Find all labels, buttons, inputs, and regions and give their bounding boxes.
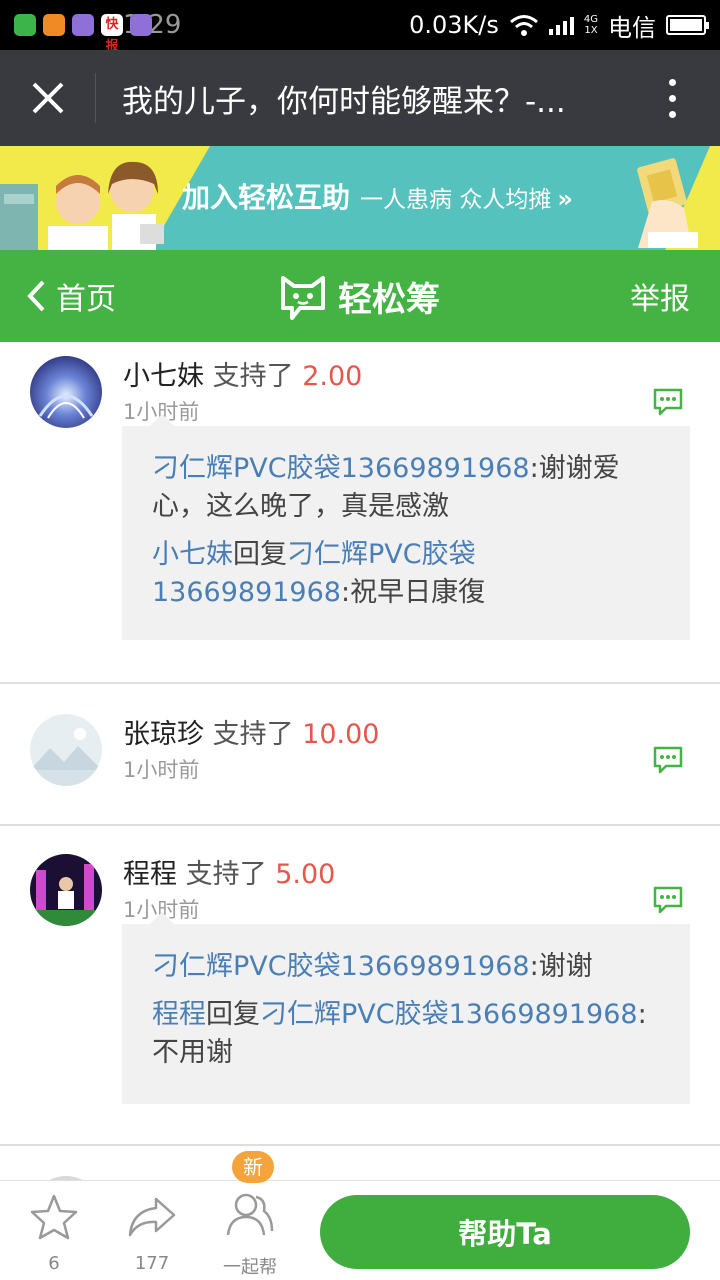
promo-banner[interactable]: 加入轻松互助 一人患病 众人均摊»	[0, 146, 720, 250]
supporter-name[interactable]: 小七妹	[123, 361, 204, 392]
cat-logo-icon	[281, 276, 325, 320]
feed-entry: 程程 支持了 5.00 1小时前 刁仁辉PVC胶袋13669891968:谢谢 …	[0, 826, 720, 1146]
star-icon	[30, 1194, 78, 1240]
supporter-name[interactable]: 张琼珍	[123, 719, 204, 750]
purple-app-icon-2	[130, 14, 152, 36]
status-bar: 1:29 快报 0.03K/s 4G 1X 电信	[0, 0, 720, 54]
reply-item: 小七妹回复刁仁辉PVC胶袋13669891968:祝早日康復	[152, 536, 660, 612]
reply-item: 刁仁辉PVC胶袋13669891968:谢谢	[152, 948, 660, 986]
people-icon	[226, 1193, 274, 1236]
support-amount: 10.00	[302, 719, 380, 750]
help-together-button[interactable]: 一起帮	[200, 1181, 300, 1280]
avatar[interactable]	[30, 854, 102, 926]
share-icon	[128, 1197, 176, 1237]
chevron-left-icon	[27, 280, 45, 312]
network-speed: 0.03K/s	[409, 11, 499, 39]
brand-logo: 轻松筹	[200, 272, 520, 321]
banner-text: 加入轻松互助 一人患病 众人均摊»	[182, 176, 573, 216]
supporter-line: 张琼珍 支持了 10.00	[123, 712, 379, 751]
more-menu-button[interactable]	[624, 50, 720, 146]
more-dot-icon	[668, 78, 676, 86]
banner-headline: 加入轻松互助	[182, 181, 351, 214]
comment-icon[interactable]	[652, 886, 684, 914]
supporter-name[interactable]: 程程	[123, 859, 177, 890]
page-title: 我的儿子，你何时能够醒来？-...	[122, 83, 566, 120]
reply-thread: 刁仁辉PVC胶袋13669891968:谢谢 程程回复刁仁辉PVC胶袋13669…	[122, 912, 690, 1104]
support-feed: 小七妹 支持了 2.00 1小时前 刁仁辉PVC胶袋13669891968:谢谢…	[0, 342, 720, 1180]
more-dot-icon	[668, 94, 676, 102]
reply-item: 刁仁辉PVC胶袋13669891968:谢谢爱心，这么晚了，真是感激	[152, 450, 660, 526]
support-action: 支持了	[212, 719, 294, 750]
news-app-icon: 快报	[101, 14, 123, 54]
reader-app-icon	[43, 14, 65, 36]
browser-title-bar: 我的儿子，你何时能够醒来？-...	[0, 50, 720, 146]
support-amount: 2.00	[302, 361, 363, 392]
reply-item: 程程回复刁仁辉PVC胶袋13669891968:不用谢	[152, 996, 660, 1072]
support-amount: 5.00	[275, 859, 336, 890]
help-ta-button[interactable]: 帮助Ta	[320, 1195, 690, 1269]
avatar[interactable]	[30, 356, 102, 428]
reply-author-link[interactable]: 刁仁辉PVC胶袋13669891968	[152, 453, 530, 484]
feed-entry: 张琼珍 支持了 10.00 1小时前	[0, 684, 720, 826]
feed-entry	[0, 1146, 720, 1180]
support-time: 1小时前	[123, 758, 200, 782]
share-button[interactable]: 177	[102, 1181, 202, 1280]
reply-text: :祝早日康復	[340, 577, 486, 608]
security-app-icon	[14, 14, 36, 36]
banner-tagline: 一人患病 众人均摊	[360, 187, 552, 213]
reply-author-link[interactable]: 程程	[152, 999, 206, 1030]
reply-author-link[interactable]: 小七妹	[152, 539, 233, 570]
new-badge: 新	[232, 1151, 274, 1183]
reply-verb: 回复	[233, 539, 287, 570]
reply-text: :谢谢	[529, 951, 593, 982]
brand-name: 轻松筹	[338, 279, 440, 320]
comment-icon[interactable]	[652, 388, 684, 416]
carrier-name: 电信	[608, 13, 656, 42]
purple-app-icon	[72, 14, 94, 36]
reply-target-link[interactable]: 刁仁辉PVC胶袋13669891968	[260, 999, 638, 1030]
support-action: 支持了	[212, 361, 294, 392]
avatar[interactable]	[30, 714, 102, 786]
supporter-line: 程程 支持了 5.00	[123, 852, 335, 891]
bottom-action-bar: 6 177 一起帮 新 帮助Ta	[0, 1151, 720, 1280]
help-together-label: 一起帮	[223, 1257, 277, 1278]
supporter-line: 小七妹 支持了 2.00	[123, 354, 362, 393]
back-home-button[interactable]: 首页	[0, 274, 200, 318]
close-button[interactable]	[0, 73, 96, 123]
support-action: 支持了	[185, 859, 267, 890]
favorite-button[interactable]: 6	[4, 1181, 104, 1280]
favorite-count: 6	[48, 1253, 60, 1274]
reply-thread: 刁仁辉PVC胶袋13669891968:谢谢爱心，这么晚了，真是感激 小七妹回复…	[122, 414, 690, 640]
feed-entry: 小七妹 支持了 2.00 1小时前 刁仁辉PVC胶袋13669891968:谢谢…	[0, 342, 720, 684]
signal-icon	[548, 15, 574, 35]
share-count: 177	[134, 1253, 170, 1274]
close-icon	[32, 82, 63, 114]
network-type: 4G 1X	[583, 14, 598, 36]
reply-verb: 回复	[206, 999, 260, 1030]
battery-icon	[666, 15, 709, 35]
money-hand-illustration	[637, 158, 698, 248]
reply-author-link[interactable]: 刁仁辉PVC胶袋13669891968	[152, 951, 530, 982]
report-button[interactable]: 举报	[520, 274, 720, 318]
banner-chevron: »	[557, 185, 573, 213]
back-label: 首页	[56, 282, 116, 317]
more-dot-icon	[668, 110, 676, 118]
comment-icon[interactable]	[652, 746, 684, 774]
wifi-icon	[509, 15, 538, 36]
doctor-illustration	[0, 161, 164, 250]
app-nav-bar: 首页 轻松筹 举报	[0, 250, 720, 342]
